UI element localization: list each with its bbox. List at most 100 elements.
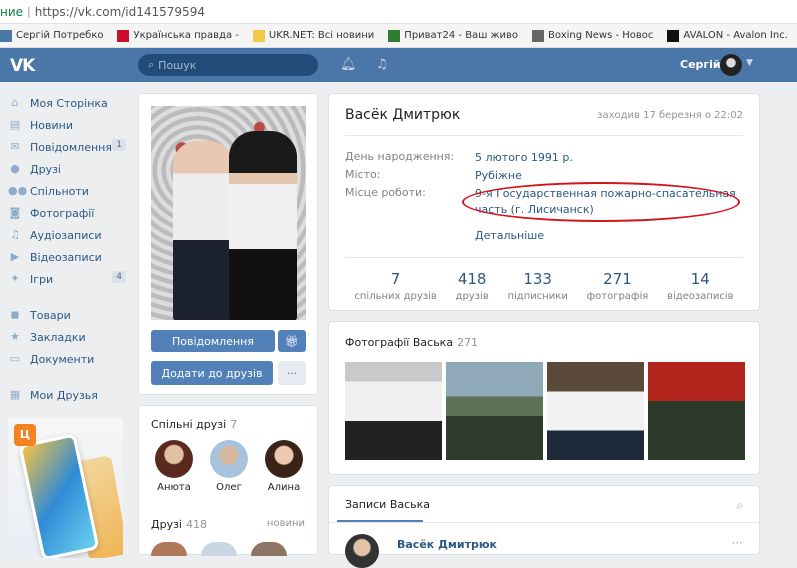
news-icon: ▤: [9, 118, 21, 131]
sidebar-item[interactable]: ✦ Ігри 4: [8, 268, 128, 290]
sidebar-item-label: Товари: [30, 308, 71, 322]
post-menu-icon[interactable]: ···: [732, 536, 743, 550]
avatar[interactable]: [151, 542, 187, 556]
counter-value: 271: [603, 270, 632, 288]
counter-label: друзів: [455, 291, 489, 302]
bookmark-label: Сергій Потребко: [16, 30, 104, 41]
header-avatar[interactable]: [720, 54, 742, 76]
counter-item[interactable]: 14 відеозаписів: [667, 270, 734, 302]
friends-news-link[interactable]: новини: [267, 518, 305, 529]
bookmark-item[interactable]: Boxing News - Новос: [532, 29, 654, 42]
photo-thumbnail[interactable]: [345, 362, 442, 460]
sidebar-item[interactable]: ▶ Відеозаписи: [8, 246, 128, 268]
message-button[interactable]: Повідомлення: [151, 330, 275, 352]
red-highlight-annotation: [462, 182, 740, 222]
avatar-card: Повідомлення 🎁︎ Додати до друзів ···: [138, 93, 318, 395]
friends-title[interactable]: Друзі 418: [151, 518, 207, 531]
info-value[interactable]: 5 лютого 1991 р.: [475, 150, 745, 166]
count-badge: 4: [112, 271, 126, 283]
search-input[interactable]: [158, 58, 299, 72]
address-url[interactable]: https://vk.com/id141579594: [35, 5, 205, 19]
up-icon: [117, 29, 130, 42]
more-actions-button[interactable]: ···: [278, 361, 306, 385]
photos-title[interactable]: Фотографії Васька 271: [345, 336, 478, 349]
friend-name: Анюта: [157, 482, 191, 493]
sidebar-item[interactable]: ▭ Документи: [8, 348, 128, 370]
sidebar-item-label: Документи: [30, 352, 95, 366]
friend-item[interactable]: Алина: [259, 440, 309, 493]
show-more-link[interactable]: Детальніше: [475, 229, 544, 242]
friend-item[interactable]: Анюта: [149, 440, 199, 493]
photo-thumbnail[interactable]: [648, 362, 745, 460]
friend-name: Алина: [267, 482, 301, 493]
ad-brand-logo: Ц: [14, 424, 36, 446]
address-bar[interactable]: ние | https://vk.com/id141579594: [0, 0, 797, 24]
star-icon: ★: [10, 330, 20, 343]
sidebar-item[interactable]: ✉ Повідомлення 1: [8, 136, 128, 158]
page-icon: [532, 29, 545, 42]
info-label: Місто:: [345, 168, 381, 181]
sidebar-item[interactable]: ◼ Товари: [8, 304, 128, 326]
bookmark-label: Boxing News - Новос: [548, 30, 654, 41]
bookmark-item[interactable]: Сергій Потребко: [0, 29, 104, 42]
address-scheme: ние: [0, 4, 24, 19]
photo-thumbnail[interactable]: [446, 362, 543, 460]
add-friend-button[interactable]: Додати до друзів: [151, 361, 273, 385]
search-icon: ⌕: [148, 58, 155, 71]
profile-name: Васёк Дмитрюк: [345, 107, 461, 123]
post-author[interactable]: Васёк Дмитрюк: [397, 538, 497, 551]
search-box[interactable]: ⌕: [138, 54, 318, 76]
sidebar-item[interactable]: ♫ Аудіозаписи: [8, 224, 128, 246]
count-badge: 1: [112, 139, 126, 151]
ad-banner[interactable]: Ц: [8, 418, 123, 558]
photo-thumbnail[interactable]: [547, 362, 644, 460]
vk-logo[interactable]: VK: [10, 56, 35, 76]
sidebar-item[interactable]: ●● Спільноти: [8, 180, 128, 202]
profile-photo[interactable]: [151, 106, 306, 320]
sidebar-item[interactable]: ▤ Новини: [8, 114, 128, 136]
sidebar-item[interactable]: ★ Закладки: [8, 326, 128, 348]
photos-count: 271: [457, 336, 479, 349]
photo-person: [229, 131, 297, 320]
counter-item[interactable]: 418 друзів: [456, 270, 489, 302]
music-icon: ♫: [10, 228, 20, 241]
sidebar-item[interactable]: ⌂ Моя Сторінка: [8, 92, 128, 114]
header-user-name[interactable]: Сергій: [680, 58, 721, 71]
message-icon: ✉: [10, 140, 20, 153]
sidebar-item-label: Фотографії: [30, 206, 95, 220]
counter-item[interactable]: 7 спільних друзів: [354, 270, 436, 302]
chevron-down-icon[interactable]: ▼: [746, 58, 753, 68]
sidebar-item-label: Новини: [30, 118, 73, 132]
bookmark-item[interactable]: Приват24 - Ваш живо: [388, 29, 518, 42]
counter-value: 133: [523, 270, 552, 288]
avatar: [155, 440, 193, 478]
bookmark-label: Українська правда -: [133, 30, 239, 41]
counter-value: 418: [457, 270, 487, 288]
gift-icon[interactable]: 🎁︎: [278, 330, 306, 352]
counter-item[interactable]: 133 підписники: [507, 270, 567, 302]
sidebar-item[interactable]: ● Друзі: [8, 158, 128, 180]
sidebar-item-label: Спільноти: [30, 184, 89, 198]
search-icon[interactable]: ⌕: [736, 498, 743, 513]
privat-icon: [388, 29, 401, 42]
friends-label: Друзі: [151, 518, 182, 531]
photos-card: Фотографії Васька 271: [328, 321, 760, 475]
avatar[interactable]: [201, 542, 237, 556]
bookmark-item[interactable]: UKR.NET: Всі новини: [252, 29, 374, 42]
bookmark-item[interactable]: AVALON - Avalon Inc.: [667, 29, 788, 42]
post-author-avatar[interactable]: [345, 534, 379, 568]
counter-item[interactable]: 271 фотографія: [587, 270, 649, 302]
avatar[interactable]: [251, 542, 287, 556]
music-note-icon[interactable]: ♫: [376, 57, 388, 72]
sidebar-item[interactable]: ▦ Мои Друзья: [8, 384, 128, 406]
bookmark-item[interactable]: Українська правда -: [117, 29, 239, 42]
mutual-friends-title[interactable]: Спільні друзі 7: [151, 418, 237, 431]
bell-icon[interactable]: 🔔︎: [340, 57, 357, 72]
address-separator: |: [27, 5, 31, 18]
sidebar-item[interactable]: ◙ Фотографії: [8, 202, 128, 224]
friend-item[interactable]: Олег: [204, 440, 254, 493]
mutual-friends-card: Спільні друзі 7 Анюта Олег Алина Друзі 418…: [138, 405, 318, 556]
wall-tab[interactable]: Записи Васька: [345, 498, 430, 511]
